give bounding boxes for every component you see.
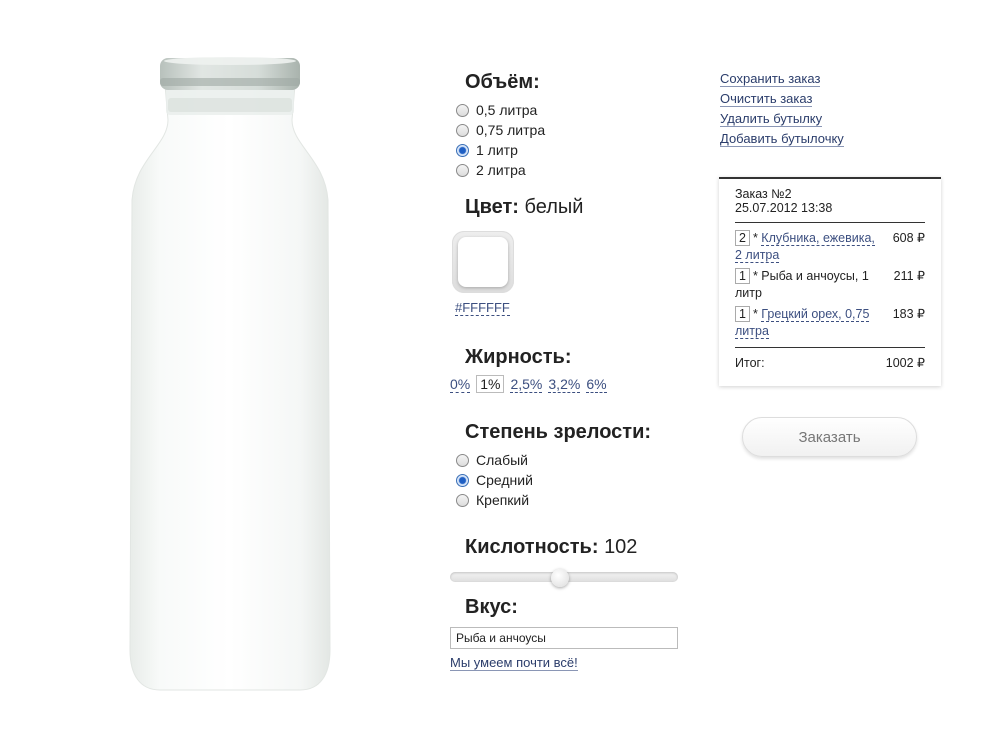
receipt-date: 25.07.2012 13:38 [735, 201, 833, 215]
volume-title: Объём: [465, 71, 540, 93]
radio-button[interactable] [456, 163, 469, 177]
total-value: 1002 ₽ [885, 356, 925, 370]
volume-option[interactable]: 0,75 литра [456, 120, 545, 140]
ripeness-option[interactable]: Слабый [456, 450, 533, 470]
taste-hint-link[interactable]: Мы умеем почти всё! [450, 655, 578, 671]
clear-order-link[interactable]: Очистить заказ [720, 91, 813, 107]
color-swatch-fill [458, 237, 508, 287]
order-button[interactable]: Заказать [742, 417, 917, 457]
total-label: Итог: [735, 356, 765, 370]
order-receipt: Заказ №2 25.07.2012 13:38 2 * Клубника, е… [719, 177, 941, 386]
item-name-link[interactable]: Грецкий орех, 0,75 литра [735, 307, 870, 339]
item-quantity[interactable]: 1 [735, 306, 750, 322]
item-price: 608 ₽ [892, 231, 925, 245]
fat-option[interactable]: 6% [586, 376, 607, 393]
fat-option-selected[interactable]: 1% [476, 375, 505, 393]
add-bottle-link[interactable]: Добавить бутылочку [720, 131, 844, 147]
volume-option[interactable]: 0,5 литра [456, 100, 545, 120]
receipt-item: 1 * Рыба и анчоусы, 1 литр 211 ₽ [735, 268, 925, 300]
slider-handle[interactable] [550, 569, 569, 587]
delete-bottle-link[interactable]: Удалить бутылку [720, 111, 823, 127]
color-value: белый [524, 196, 584, 218]
item-name: Рыба и анчоусы, 1 литр [735, 269, 869, 300]
save-order-link[interactable]: Сохранить заказ [720, 71, 821, 87]
ripeness-title: Степень зрелости: [465, 421, 652, 443]
fat-option[interactable]: 0% [450, 376, 471, 393]
item-price: 183 ₽ [892, 307, 925, 321]
divider [735, 222, 925, 223]
fat-option[interactable]: 2,5% [510, 376, 543, 393]
receipt-total: Итог: 1002 ₽ [735, 355, 925, 372]
item-price: 211 ₽ [893, 269, 925, 283]
fat-option[interactable]: 3,2% [548, 376, 581, 393]
acidity-value: 102 [604, 536, 638, 558]
radio-button-selected[interactable] [456, 473, 469, 487]
volume-option[interactable]: 2 литра [456, 160, 545, 180]
color-title: Цвет: белый [465, 196, 584, 218]
radio-button[interactable] [456, 493, 469, 507]
radio-button[interactable] [456, 123, 469, 137]
radio-button-selected[interactable] [456, 143, 469, 157]
fat-title: Жирность: [465, 346, 572, 368]
item-quantity[interactable]: 1 [735, 268, 750, 284]
divider [735, 347, 925, 348]
item-name-link[interactable]: Клубника, ежевика, 2 литра [735, 231, 875, 263]
acidity-title: Кислотность: 102 [465, 536, 638, 558]
color-swatch[interactable] [452, 231, 514, 293]
ripeness-option[interactable]: Средний [456, 470, 533, 490]
receipt-item: 1 * Грецкий орех, 0,75 литра 183 ₽ [735, 306, 925, 339]
taste-title: Вкус: [465, 596, 518, 618]
radio-button[interactable] [456, 453, 469, 467]
volume-option[interactable]: 1 литр [456, 140, 545, 160]
item-quantity[interactable]: 2 [735, 230, 750, 246]
order-actions: Сохранить заказ Очистить заказ Удалить б… [720, 69, 844, 149]
radio-button[interactable] [456, 103, 469, 117]
color-hex-link[interactable]: #FFFFFF [455, 300, 510, 316]
ripeness-option[interactable]: Крепкий [456, 490, 533, 510]
fat-options: 0% 1% 2,5% 3,2% 6% [450, 375, 607, 393]
taste-input[interactable] [450, 627, 678, 649]
receipt-title: Заказ №2 [735, 187, 792, 201]
receipt-item: 2 * Клубника, ежевика, 2 литра 608 ₽ [735, 230, 925, 263]
volume-options: 0,5 литра 0,75 литра 1 литр 2 литра [456, 100, 545, 180]
acidity-slider[interactable] [450, 569, 678, 587]
ripeness-options: Слабый Средний Крепкий [456, 450, 533, 510]
milk-bottle-image [120, 50, 340, 695]
